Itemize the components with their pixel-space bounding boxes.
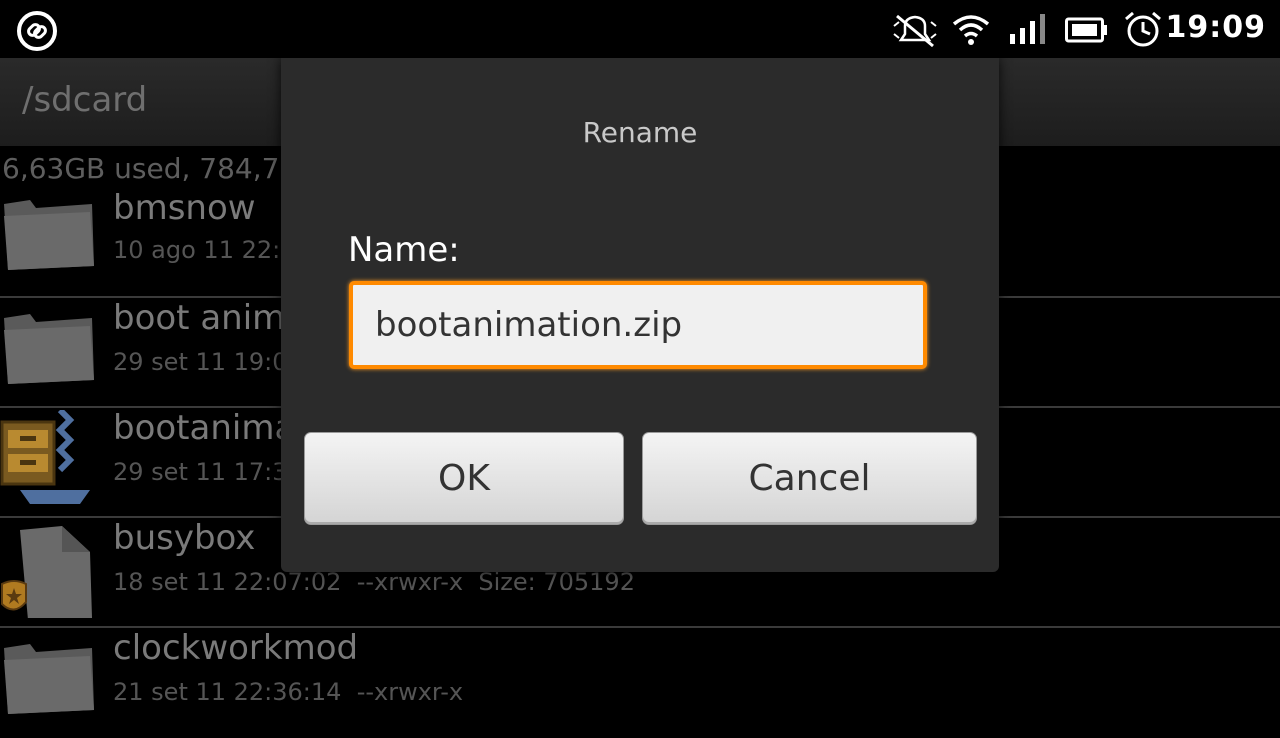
file-name: bootanima [113,408,296,448]
file-meta: 21 set 11 22:36:14 --xrwxr-x [113,678,464,706]
file-name: busybox [113,518,256,558]
signal-icon [1010,14,1045,44]
wifi-icon [952,15,990,45]
archive-icon [0,410,90,504]
file-meta: 29 set 11 19:0 [113,348,288,376]
file-name: bmsnow [113,188,256,228]
folder-icon [4,644,94,714]
file-name: clockworkmod [113,628,359,668]
name-field-label: Name: [348,230,460,270]
dialog-title: Rename [582,116,698,149]
battery-icon [1065,17,1107,43]
executable-file-icon [1,526,92,618]
link-icon [17,11,57,51]
folder-icon [4,200,94,270]
file-name: boot anim [113,298,286,338]
status-clock: 19:09 [1165,10,1266,45]
rename-dialog: Rename Name: OK Cancel [281,58,999,572]
current-path: /sdcard [22,80,148,120]
list-item[interactable]: clockworkmod 21 set 11 22:36:14 --xrwxr-… [0,628,1280,738]
ok-button[interactable]: OK [304,432,624,525]
folder-icon [4,314,94,384]
cancel-button[interactable]: Cancel [642,432,977,525]
status-bar: 19:09 [0,0,1280,58]
file-meta: 18 set 11 22:07:02 --xrwxr-x Size: 70519… [113,568,635,596]
file-meta: 29 set 11 17:3 [113,458,288,486]
name-input[interactable] [349,281,927,369]
silent-icon [893,14,937,48]
storage-usage: 6,63GB used, 784,7 [2,152,280,185]
file-meta: 10 ago 11 22: [113,236,281,264]
alarm-icon [1125,11,1161,47]
